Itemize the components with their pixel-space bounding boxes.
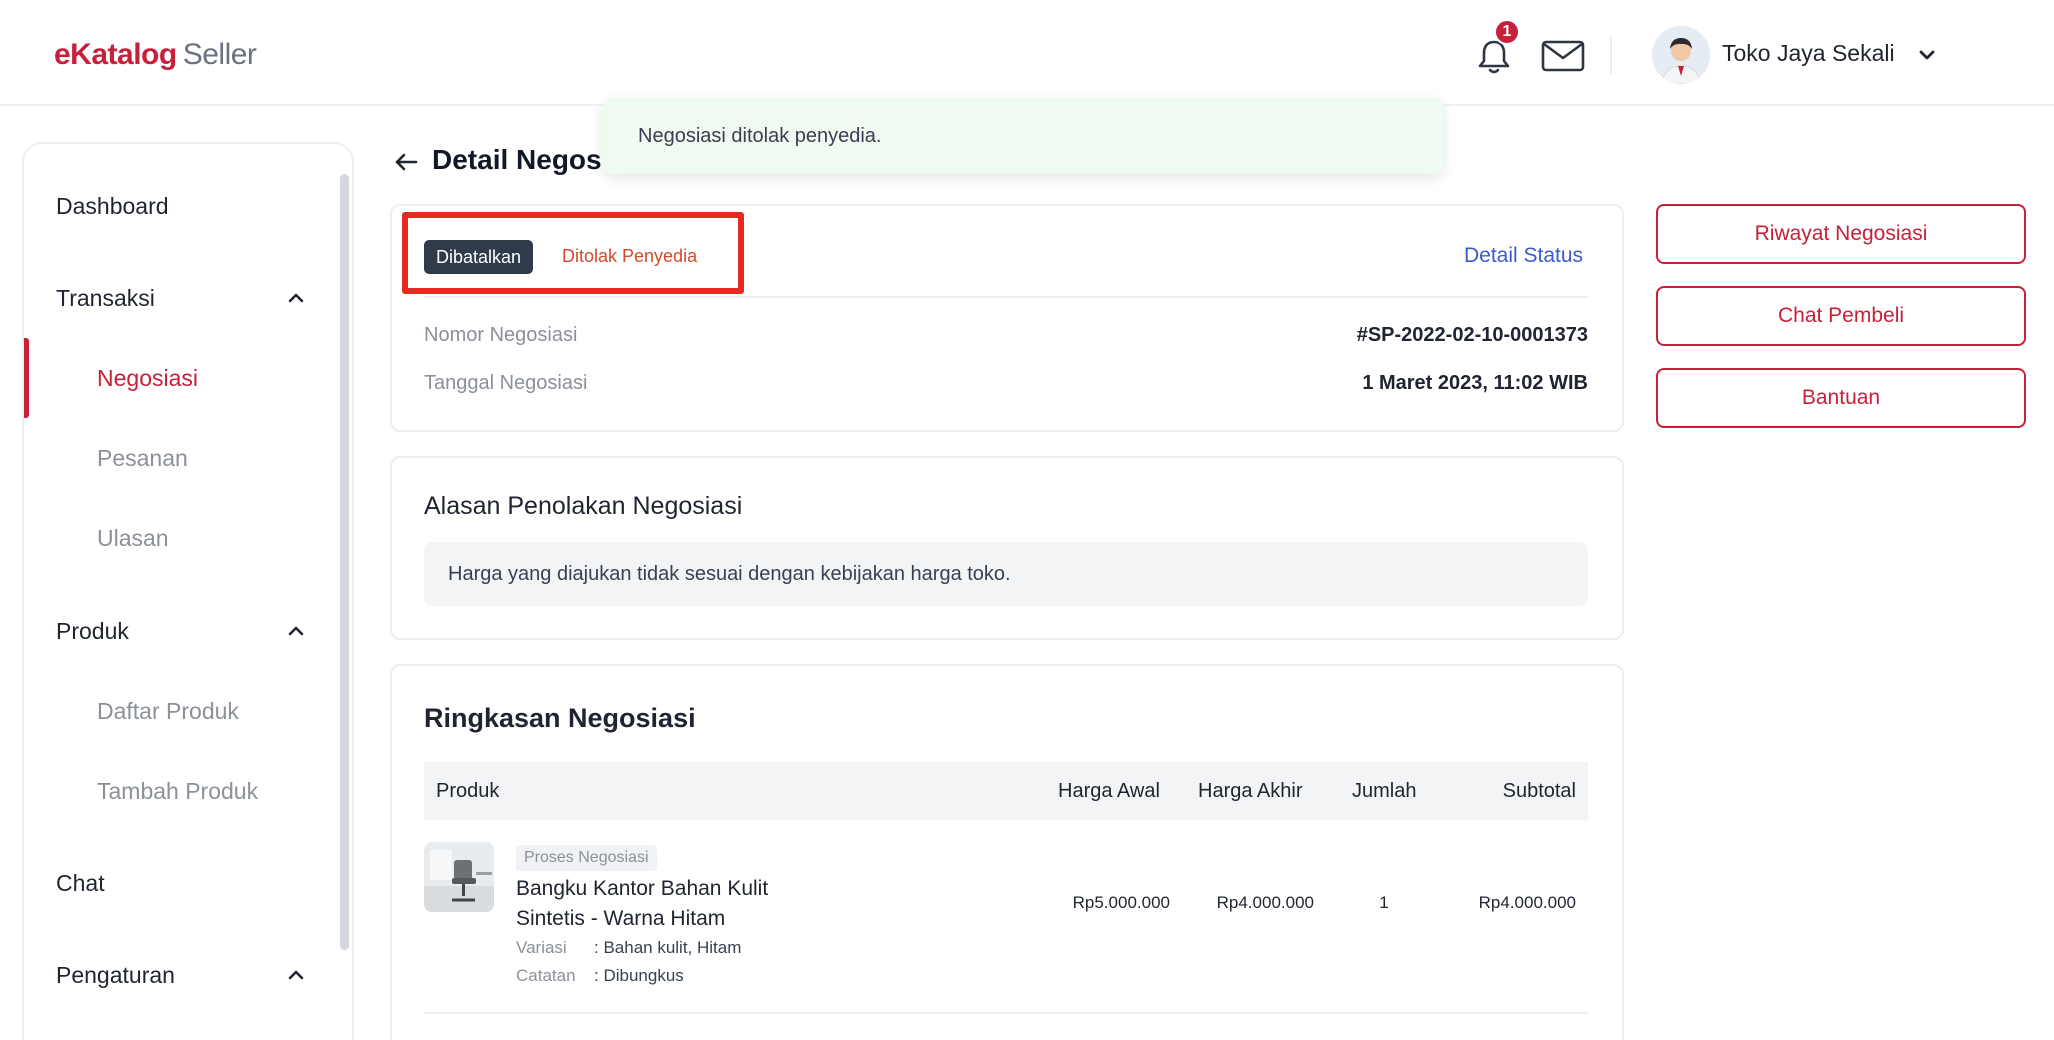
chat-pembeli-button[interactable]: Chat Pembeli [1656, 286, 2026, 346]
sidebar-item-negosiasi[interactable]: Negosiasi [24, 338, 340, 418]
sidebar-item-dashboard[interactable]: Dashboard [24, 176, 340, 236]
column-header-jumlah: Jumlah [1352, 779, 1417, 802]
back-arrow-icon[interactable] [392, 148, 420, 176]
riwayat-negosiasi-button[interactable]: Riwayat Negosiasi [1656, 204, 2026, 264]
tanggal-negosiasi-label: Tanggal Negosiasi [424, 372, 588, 394]
chevron-up-icon [288, 293, 304, 303]
sidebar-item-daftar-produk[interactable]: Daftar Produk [24, 681, 340, 741]
username[interactable]: Toko Jaya Sekali [1722, 40, 1895, 67]
nomor-negosiasi-label: Nomor Negosiasi [424, 324, 578, 346]
reason-title: Alasan Penolakan Negosiasi [424, 492, 743, 520]
nomor-negosiasi-value: #SP-2022-02-10-0001373 [1356, 324, 1588, 346]
sidebar-item-ulasan[interactable]: Ulasan [24, 508, 340, 568]
sidebar-item-label: Chat [56, 869, 105, 896]
column-header-harga-awal: Harga Awal [1058, 779, 1160, 802]
toast-notification: Negosiasi ditolak penyedia. [602, 98, 1444, 174]
subtotal-cell: Rp4.000.000 [1478, 893, 1576, 912]
sidebar-item-tambah-produk[interactable]: Tambah Produk [24, 761, 340, 821]
catatan-value: : Dibungkus [594, 966, 684, 985]
status-highlight-box [402, 212, 744, 294]
summary-title: Ringkasan Negosiasi [424, 703, 696, 733]
reason-text: Harga yang diajukan tidak sesuai dengan … [448, 562, 1011, 585]
product-catatan: Catatan : Dibungkus [516, 966, 684, 986]
sidebar-item-label: Dashboard [56, 192, 169, 219]
detail-status-link[interactable]: Detail Status [1464, 244, 1583, 268]
office-chair-image-icon [424, 842, 494, 912]
column-header-harga-akhir: Harga Akhir [1198, 779, 1303, 802]
variasi-value: : Bahan kulit, Hitam [594, 938, 742, 957]
chevron-up-icon [288, 970, 304, 980]
product-name[interactable]: Bangku Kantor Bahan Kulit Sintetis - War… [516, 874, 816, 934]
sidebar-item-transaksi[interactable]: Transaksi [24, 268, 340, 328]
sidebar-item-label: Ulasan [97, 524, 169, 551]
sidebar-item-produk[interactable]: Produk [24, 601, 340, 661]
divider [424, 296, 1588, 298]
header-divider [1610, 36, 1612, 74]
avatar-person-icon [1652, 26, 1710, 84]
logo-brand: eKatalog [54, 38, 177, 71]
sidebar-item-label: Pengaturan [56, 961, 175, 988]
tanggal-negosiasi-value: 1 Maret 2023, 11:02 WIB [1362, 372, 1588, 394]
toast-message: Negosiasi ditolak penyedia. [638, 124, 882, 147]
column-header-produk: Produk [436, 779, 500, 802]
sidebar-item-pengaturan[interactable]: Pengaturan [24, 945, 340, 1005]
product-thumbnail[interactable] [424, 842, 494, 912]
table-header: Produk Harga Awal Harga Akhir Jumlah Sub… [424, 762, 1588, 820]
notification-badge: 1 [1494, 19, 1520, 45]
sidebar-item-label: Pesanan [97, 444, 188, 471]
mail-icon[interactable] [1540, 36, 1586, 76]
sidebar-scrollbar[interactable] [340, 174, 349, 950]
column-header-subtotal: Subtotal [1502, 779, 1576, 802]
catatan-label: Catatan [516, 966, 576, 985]
sidebar: Dashboard Transaksi Negosiasi Pesanan Ul… [22, 142, 354, 1040]
reason-text-box: Harga yang diajukan tidak sesuai dengan … [424, 542, 1588, 606]
bantuan-button[interactable]: Bantuan [1656, 368, 2026, 428]
variasi-label: Variasi [516, 938, 567, 957]
row-divider [424, 1012, 1588, 1014]
sidebar-item-label: Tambah Produk [97, 777, 259, 804]
product-variasi: Variasi : Bahan kulit, Hitam [516, 938, 741, 958]
sidebar-item-label: Daftar Produk [97, 697, 239, 724]
chevron-up-icon [288, 626, 304, 636]
chevron-down-icon[interactable] [1916, 44, 1938, 66]
harga-awal-cell: Rp5.000.000 [1072, 893, 1170, 912]
sidebar-item-chat[interactable]: Chat [24, 853, 340, 913]
logo[interactable]: eKatalog Seller [54, 38, 257, 72]
page-title: Detail Negosi [432, 144, 610, 175]
jumlah-cell: 1 [1379, 893, 1389, 912]
sidebar-item-pesanan[interactable]: Pesanan [24, 428, 340, 488]
avatar[interactable] [1652, 26, 1710, 84]
harga-akhir-cell: Rp4.000.000 [1216, 893, 1314, 912]
logo-sub: Seller [182, 38, 257, 71]
sidebar-item-label: Transaksi [56, 284, 155, 311]
negotiation-status-badge: Proses Negosiasi [516, 845, 657, 871]
sidebar-item-label: Produk [56, 617, 129, 644]
sidebar-item-label: Negosiasi [97, 364, 198, 391]
top-header: eKatalog Seller 1 Toko Jaya Sekali [0, 0, 2054, 106]
